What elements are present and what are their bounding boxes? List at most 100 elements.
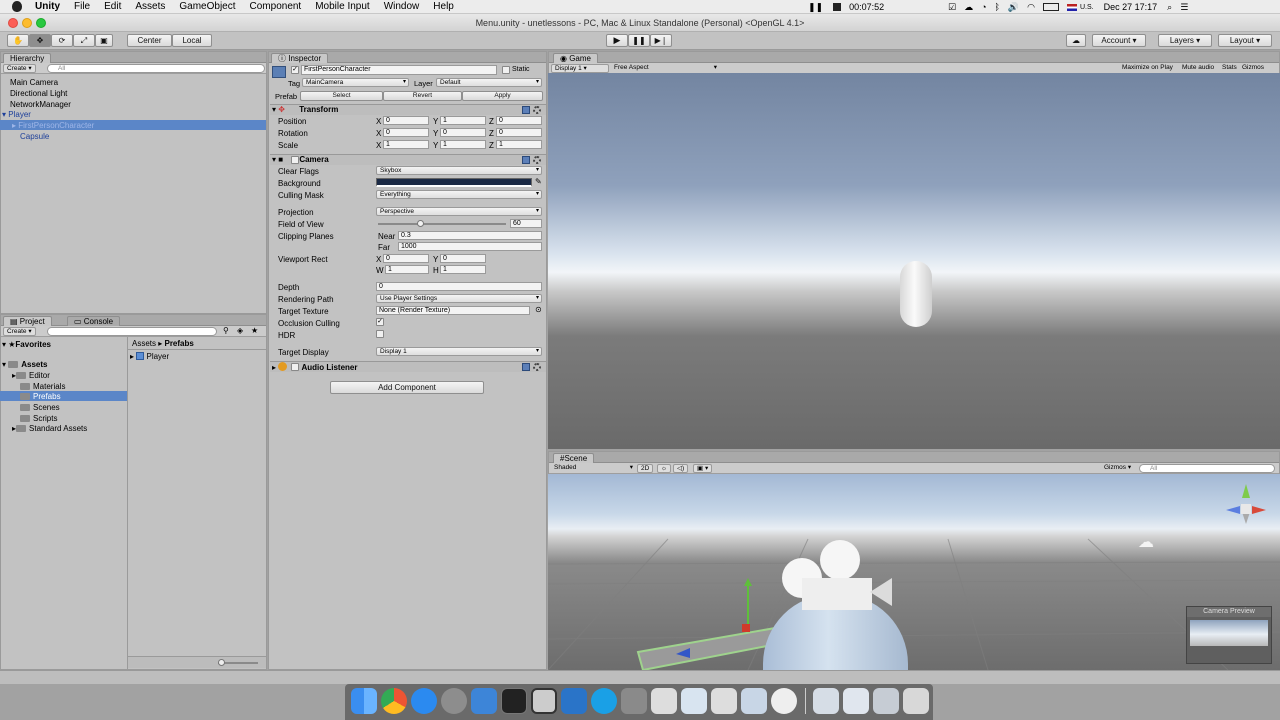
background-color-swatch[interactable] bbox=[376, 178, 532, 187]
project-search-input[interactable] bbox=[47, 327, 217, 336]
tab-inspector[interactable]: ⓘ Inspector bbox=[271, 53, 329, 63]
notification-center-icon[interactable]: ☰ bbox=[1180, 2, 1188, 13]
scale-tool-button[interactable]: ⤢ bbox=[73, 34, 95, 47]
input-source[interactable]: U.S. bbox=[1080, 4, 1094, 11]
hierarchy-search-input[interactable]: All bbox=[47, 64, 265, 73]
2d-toggle[interactable]: 2D bbox=[637, 464, 654, 473]
scene-audio-toggle[interactable]: ◁) bbox=[673, 464, 689, 473]
hierarchy-item-selected[interactable]: ▸ FirstPersonCharacter bbox=[12, 121, 94, 130]
stop-record-icon[interactable] bbox=[833, 3, 842, 11]
tab-scene[interactable]: #Scene bbox=[553, 453, 595, 463]
downloads-stack-icon[interactable] bbox=[813, 688, 839, 714]
rotation-z-field[interactable]: 0 bbox=[496, 128, 542, 137]
breadcrumb-root[interactable]: Assets bbox=[132, 339, 156, 348]
audio-listener-enabled-checkbox[interactable] bbox=[291, 363, 299, 371]
hierarchy-item[interactable]: Directional Light bbox=[10, 89, 67, 98]
add-component-button[interactable]: Add Component bbox=[330, 381, 484, 394]
tab-project[interactable]: ▤ Project bbox=[3, 316, 52, 326]
project-folder[interactable]: ▸ Standard Assets bbox=[12, 424, 87, 433]
menu-edit[interactable]: Edit bbox=[97, 1, 128, 12]
depth-field[interactable]: 0 bbox=[376, 282, 542, 291]
game-viewport[interactable] bbox=[548, 73, 1280, 449]
stats-toggle[interactable]: Stats bbox=[1219, 64, 1240, 73]
pivot-center-button[interactable]: Center bbox=[127, 34, 172, 47]
rendering-path-dropdown[interactable]: Use Player Settings bbox=[376, 294, 542, 303]
viewport-w-field[interactable]: 1 bbox=[385, 265, 429, 274]
icon-size-slider-thumb[interactable] bbox=[218, 659, 225, 666]
project-favorites[interactable]: ▾ ★Favorites bbox=[2, 340, 51, 349]
active-checkbox[interactable]: ✓ bbox=[291, 66, 299, 74]
hierarchy-item[interactable]: Capsule bbox=[20, 132, 49, 141]
far-field[interactable]: 1000 bbox=[398, 242, 542, 251]
scale-y-field[interactable]: 1 bbox=[440, 140, 486, 149]
bluetooth-icon[interactable]: ᛒ bbox=[995, 2, 1000, 12]
shading-dropdown[interactable]: Shaded ▾ bbox=[551, 464, 633, 473]
rotate-tool-button[interactable]: ⟳ bbox=[51, 34, 73, 47]
xcode-icon[interactable] bbox=[471, 688, 497, 714]
fov-slider-track[interactable] bbox=[378, 223, 506, 225]
play-button[interactable]: ▶ bbox=[606, 34, 628, 47]
tag-dropdown[interactable]: MainCamera bbox=[302, 78, 409, 87]
project-create-button[interactable]: Create ▾ bbox=[3, 327, 36, 336]
object-name-field[interactable]: FirstPersonCharacter bbox=[301, 65, 497, 75]
project-folder[interactable]: Materials bbox=[20, 382, 65, 391]
input-flag-icon[interactable] bbox=[1067, 3, 1077, 11]
network-utility-icon[interactable] bbox=[741, 688, 767, 714]
scene-search-input[interactable]: All bbox=[1139, 464, 1275, 473]
project-folder-selected[interactable]: Prefabs bbox=[20, 392, 61, 401]
trash-icon[interactable] bbox=[903, 688, 929, 714]
scene-viewport[interactable]: ☁ Camera Preview bbox=[548, 474, 1280, 670]
spotlight-icon[interactable]: ⌕ bbox=[1167, 2, 1172, 13]
visual-studio-code-icon[interactable] bbox=[561, 688, 587, 714]
clear-flags-dropdown[interactable]: Skybox bbox=[376, 166, 542, 175]
volume-icon[interactable]: 🔊 bbox=[1008, 2, 1019, 13]
position-z-field[interactable]: 0 bbox=[496, 116, 542, 125]
expand-arrow-icon[interactable]: ▸ bbox=[12, 121, 16, 130]
viewport-h-field[interactable]: 1 bbox=[440, 265, 486, 274]
unity-hub-icon[interactable] bbox=[771, 688, 797, 714]
help-book-icon[interactable] bbox=[522, 363, 530, 371]
tab-game[interactable]: ◉ Game bbox=[553, 53, 598, 63]
help-book-icon[interactable] bbox=[522, 156, 530, 164]
search-by-label-icon[interactable]: ◈ bbox=[237, 326, 243, 335]
account-dropdown[interactable]: Account ▾ bbox=[1092, 34, 1146, 47]
pause-record-icon[interactable]: ❚❚ bbox=[808, 2, 823, 13]
menu-assets[interactable]: Assets bbox=[128, 1, 172, 12]
hierarchy-item[interactable]: NetworkManager bbox=[10, 100, 71, 109]
prefab-revert-button[interactable]: Revert bbox=[383, 91, 462, 101]
expand-arrow-icon[interactable]: ▾ bbox=[2, 110, 6, 119]
unity-icon[interactable] bbox=[651, 688, 677, 714]
hierarchy-create-button[interactable]: Create ▾ bbox=[3, 64, 36, 73]
favorite-star-icon[interactable]: ★ bbox=[251, 326, 258, 335]
check-icon[interactable]: ☑ bbox=[948, 2, 956, 13]
pivot-local-button[interactable]: Local bbox=[172, 34, 212, 47]
hierarchy-item[interactable]: Main Camera bbox=[10, 78, 58, 87]
tab-hierarchy[interactable]: Hierarchy bbox=[3, 53, 52, 63]
position-y-field[interactable]: 1 bbox=[440, 116, 486, 125]
hierarchy-item-player[interactable]: ▾ Player bbox=[2, 110, 31, 119]
skype-icon[interactable] bbox=[591, 688, 617, 714]
hdr-checkbox[interactable] bbox=[376, 330, 384, 338]
terminal-icon[interactable] bbox=[501, 688, 527, 714]
prefab-select-button[interactable]: Select bbox=[300, 91, 383, 101]
chrome-icon[interactable] bbox=[381, 688, 407, 714]
help-book-icon[interactable] bbox=[522, 106, 530, 114]
battery-icon[interactable] bbox=[1043, 3, 1059, 11]
clock[interactable]: Dec 27 17:17 bbox=[1104, 2, 1158, 12]
projection-dropdown[interactable]: Perspective bbox=[376, 207, 542, 216]
scene-orientation-gizmo[interactable] bbox=[1224, 482, 1268, 526]
occlusion-culling-checkbox[interactable]: ✓ bbox=[376, 318, 384, 326]
prefab-apply-button[interactable]: Apply bbox=[462, 91, 543, 101]
mute-audio-toggle[interactable]: Mute audio bbox=[1179, 64, 1217, 73]
expand-arrow-icon[interactable]: ▸ bbox=[130, 352, 134, 361]
menu-mobile-input[interactable]: Mobile Input bbox=[308, 1, 376, 12]
search-by-type-icon[interactable]: ⚲ bbox=[223, 326, 229, 335]
aspect-dropdown[interactable]: Free Aspect ▾ bbox=[611, 64, 717, 73]
scale-x-field[interactable]: 1 bbox=[383, 140, 429, 149]
project-folder[interactable]: Scenes bbox=[20, 403, 60, 412]
near-field[interactable]: 0.3 bbox=[398, 231, 542, 240]
foldout-arrow-icon[interactable]: ▾ bbox=[272, 105, 276, 114]
scene-lighting-toggle[interactable]: ☼ bbox=[657, 464, 671, 473]
expand-arrow-icon[interactable]: ▾ bbox=[2, 360, 6, 369]
expand-arrow-icon[interactable]: ▾ bbox=[2, 340, 6, 349]
